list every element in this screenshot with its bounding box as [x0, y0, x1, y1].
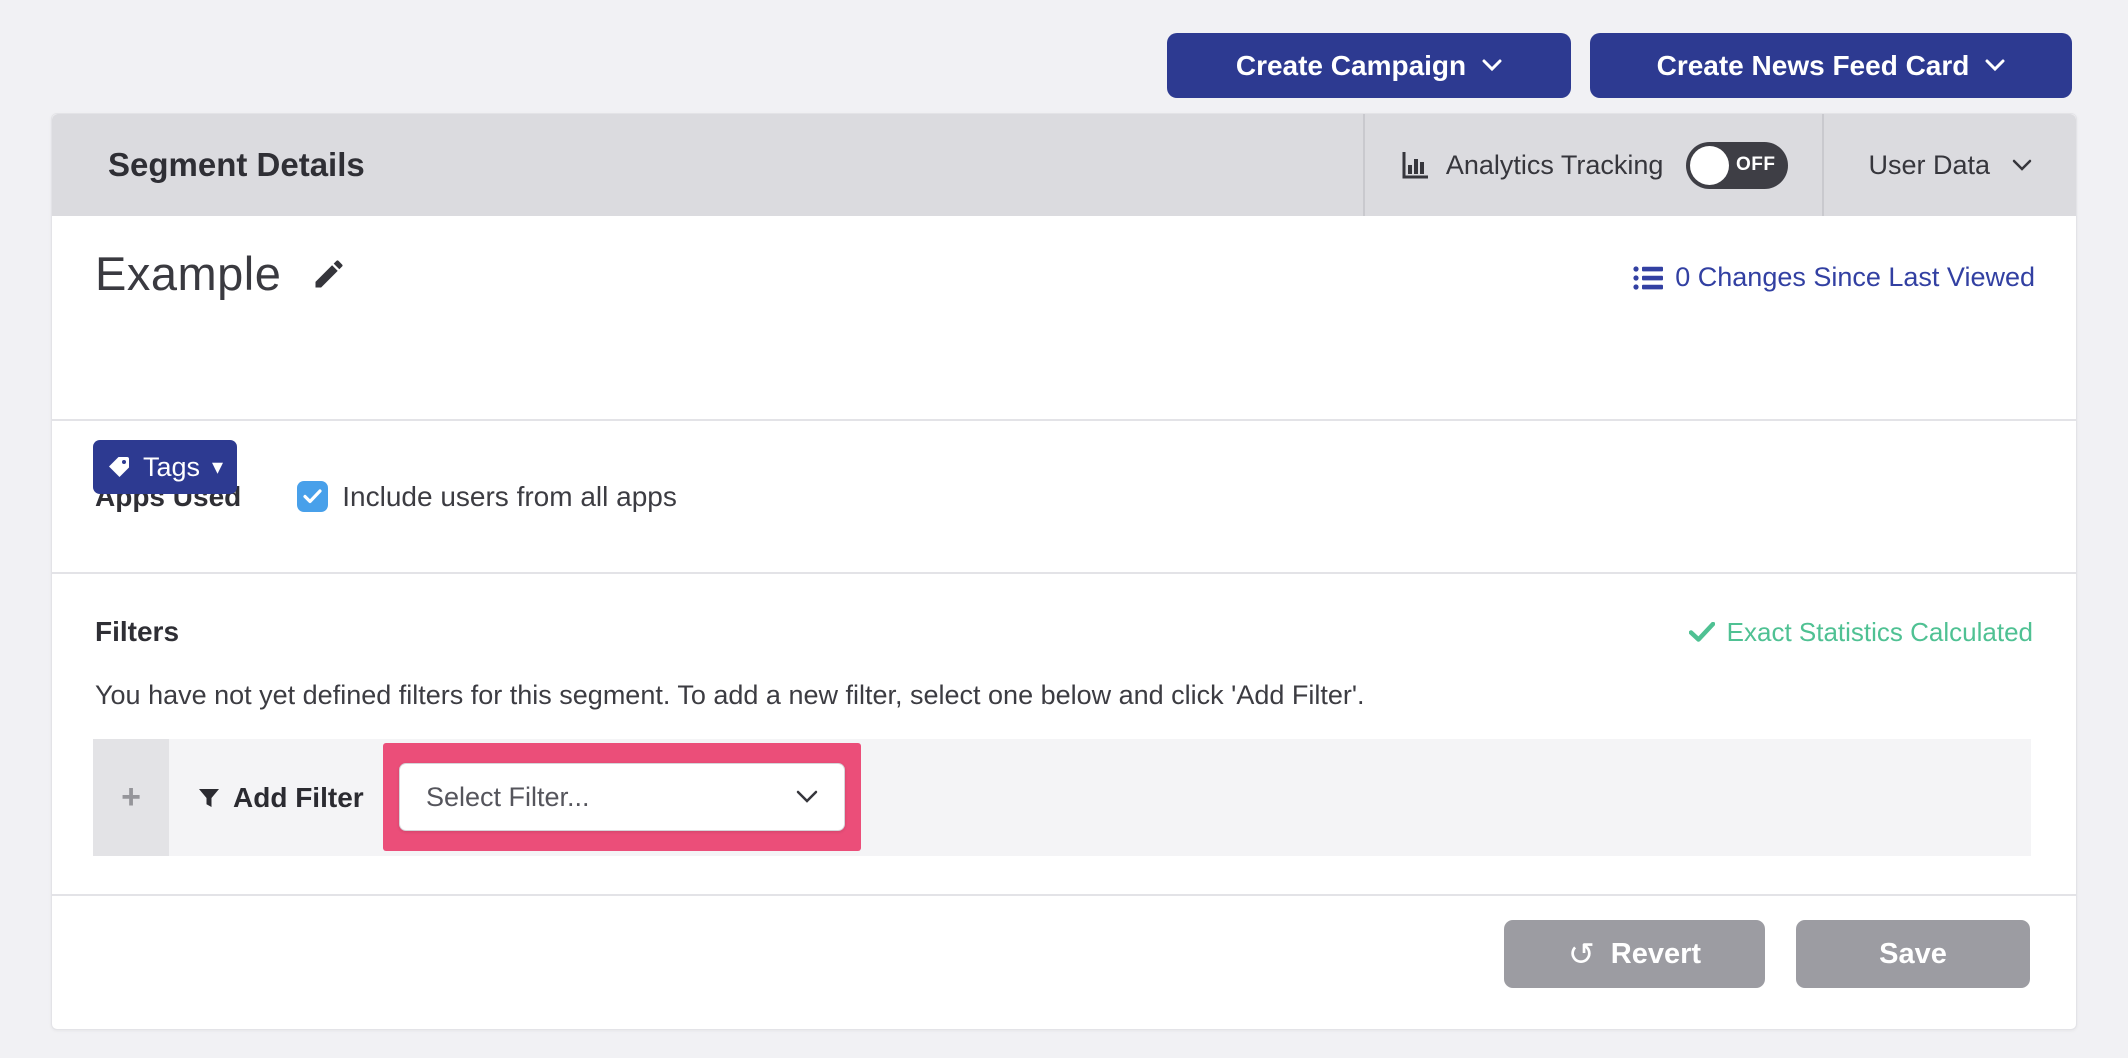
- check-icon: [1689, 622, 1715, 642]
- add-filter-label: Add Filter: [233, 782, 364, 814]
- card-footer: ↺ Revert Save: [52, 896, 2076, 1029]
- segment-name: Example: [95, 246, 281, 301]
- create-campaign-button[interactable]: Create Campaign: [1167, 33, 1571, 98]
- chevron-down-icon: [2012, 159, 2032, 172]
- filters-section: Filters Exact Statistics Calculated You …: [52, 574, 2076, 896]
- segment-title-section: Example 0 Changes Since Last Viewed Tags…: [52, 216, 2076, 421]
- page-title: Segment Details: [52, 114, 1363, 216]
- chevron-down-icon: [1985, 59, 2005, 72]
- filters-heading: Filters: [95, 616, 179, 648]
- save-label: Save: [1879, 938, 1947, 971]
- tag-icon: [107, 455, 131, 479]
- bar-chart-icon: [1399, 149, 1431, 181]
- card-header: Segment Details Analytics Tracking OFF U…: [52, 114, 2076, 216]
- analytics-tracking-toggle[interactable]: OFF: [1686, 142, 1788, 189]
- include-all-apps-label: Include users from all apps: [342, 481, 677, 513]
- chevron-down-icon: [1482, 59, 1502, 72]
- add-filter-row: + Add Filter Select Filter...: [93, 739, 2031, 856]
- revert-label: Revert: [1611, 938, 1701, 971]
- include-all-apps-checkbox-row[interactable]: Include users from all apps: [297, 481, 677, 513]
- checkbox-checked[interactable]: [297, 481, 328, 512]
- exact-statistics-label: Exact Statistics Calculated: [1727, 617, 2033, 648]
- save-button[interactable]: Save: [1796, 920, 2030, 988]
- toggle-state-label: OFF: [1736, 154, 1776, 176]
- pencil-icon: [311, 256, 347, 292]
- analytics-tracking-section: Analytics Tracking OFF: [1363, 114, 1823, 216]
- apps-used-section: Apps Used Include users from all apps: [52, 421, 2076, 574]
- chevron-down-icon: [796, 790, 818, 804]
- user-data-label: User Data: [1868, 150, 1990, 181]
- filters-empty-text: You have not yet defined filters for thi…: [95, 680, 2033, 711]
- changes-link-label: 0 Changes Since Last Viewed: [1675, 262, 2035, 293]
- user-data-dropdown[interactable]: User Data: [1822, 114, 2076, 216]
- changes-since-last-viewed-link[interactable]: 0 Changes Since Last Viewed: [1633, 262, 2035, 293]
- create-news-feed-card-label: Create News Feed Card: [1657, 50, 1970, 82]
- add-filter-button[interactable]: Add Filter: [197, 739, 364, 856]
- funnel-icon: [197, 786, 221, 810]
- plus-icon: +: [121, 778, 141, 817]
- create-campaign-label: Create Campaign: [1236, 50, 1466, 82]
- analytics-tracking-label: Analytics Tracking: [1446, 150, 1664, 181]
- edit-name-button[interactable]: [307, 252, 351, 296]
- exact-statistics-status: Exact Statistics Calculated: [1689, 617, 2033, 648]
- tags-button-label: Tags: [143, 452, 200, 483]
- revert-icon: ↺: [1568, 938, 1595, 970]
- segment-details-card: Segment Details Analytics Tracking OFF U…: [51, 113, 2077, 1030]
- create-news-feed-card-button[interactable]: Create News Feed Card: [1590, 33, 2072, 98]
- revert-button[interactable]: ↺ Revert: [1504, 920, 1765, 988]
- toggle-knob: [1690, 146, 1729, 185]
- select-filter-placeholder: Select Filter...: [426, 782, 590, 813]
- tags-button[interactable]: Tags ▾: [93, 440, 237, 494]
- check-icon: [303, 489, 322, 504]
- caret-down-icon: ▾: [212, 456, 223, 478]
- highlight-annotation: Select Filter...: [383, 743, 861, 851]
- list-icon: [1633, 265, 1663, 291]
- select-filter-dropdown[interactable]: Select Filter...: [399, 763, 845, 831]
- add-filter-plus-button[interactable]: +: [93, 739, 169, 856]
